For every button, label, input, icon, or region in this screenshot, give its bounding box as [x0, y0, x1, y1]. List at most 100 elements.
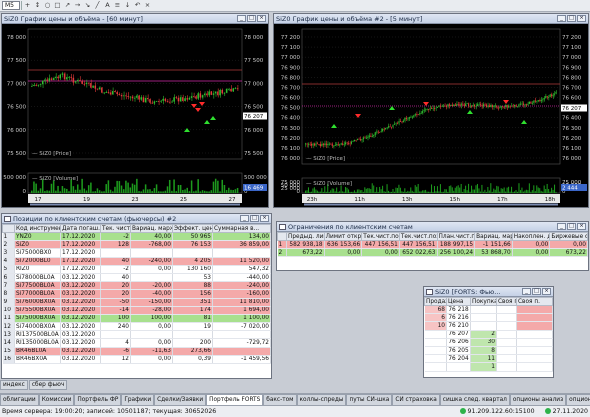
column-header[interactable]: Своя п. — [496, 297, 517, 306]
table-row[interactable]: 68 76 218 — [424, 305, 553, 315]
column-header[interactable]: Предыд. лими. — [286, 232, 325, 241]
toolbar-tool-5[interactable]: → — [73, 1, 82, 10]
toolbar-tool-1[interactable]: ↕ — [33, 1, 42, 10]
column-header[interactable]: Тек.чист.поз. — [361, 232, 400, 241]
table-row[interactable]: 76 206 30 — [424, 338, 553, 347]
workspace-tab[interactable]: Сделки/Заявки — [154, 394, 207, 405]
chart-window-5min-titlebar[interactable]: SiZ0 График цены и объёма #2 - [5 минут]… — [274, 14, 588, 24]
positions-titlebar[interactable]: Позиции по клиентским счетам (фьючерсы) … — [2, 214, 271, 224]
workspace-tab[interactable]: бакс-том — [263, 394, 297, 405]
candle — [52, 78, 55, 80]
toolbar-tool-12[interactable]: × — [143, 1, 152, 10]
minimize-button[interactable]: _ — [237, 15, 246, 22]
table-row[interactable]: 15 BR46BL0A 03.12.2020 -6 -11,63 273,66 — [2, 347, 271, 356]
column-header[interactable]: Код инструмента — [14, 224, 61, 233]
table-row[interactable]: 1 YNZ0 17.12.2020 -2 40,00 50 965 134,00 — [2, 232, 271, 242]
chart-window-60min-titlebar[interactable]: SiZ0 График цены и объёма - [60 минут] _… — [2, 14, 268, 24]
table-row[interactable]: 6 76 216 — [424, 313, 553, 323]
close-button[interactable]: × — [577, 15, 586, 22]
volume-bar — [358, 189, 360, 193]
column-header[interactable] — [277, 232, 287, 241]
table-row[interactable]: 3 Si75000BX0 17.12.2020 — [2, 248, 271, 258]
workspace-tab[interactable]: Портфель FORTS — [206, 394, 264, 405]
limits-titlebar[interactable]: Ограничения по клиентским счетам _ □ × — [277, 222, 588, 232]
column-header[interactable] — [2, 224, 15, 233]
workspace-tab[interactable]: СИ страховка — [392, 394, 440, 405]
table-row[interactable]: 12 Si74000BX0A 03.12.2020 240 0,00 19 -7 020,0… — [2, 322, 271, 332]
workspace-tab[interactable]: Графики — [121, 394, 155, 405]
close-button[interactable]: × — [577, 223, 586, 230]
toolbar-tool-8[interactable]: A — [103, 1, 112, 10]
table-row[interactable]: 4 Si72000BL0 17.12.2020 40 -240,00 4 205 11 52… — [2, 257, 271, 266]
column-header[interactable]: Биржевые сборы — [549, 232, 588, 241]
column-header[interactable]: Лимит откр. п. — [323, 232, 363, 241]
minimize-button[interactable]: _ — [557, 15, 566, 22]
table-row[interactable]: 16 BR46BX0A 03.12.2020 12 0,00 0,39 -1 459,56 — [2, 355, 271, 365]
workspace-tab[interactable]: коллы-спреды — [296, 394, 347, 405]
column-header[interactable]: Тек.чист.поз. — [398, 232, 438, 241]
workspace-tab[interactable]: опционы анализ — [509, 394, 567, 405]
table-row[interactable]: 76 207 2 — [424, 330, 553, 339]
minimize-button[interactable]: _ — [522, 288, 531, 295]
workspace-tab[interactable]: опционы РТС — [566, 394, 590, 405]
timeframe-select[interactable]: M5 — [2, 1, 20, 10]
table-row[interactable]: 7 Si77500BL0A 03.12.2020 20 -20,00 88 -240,00 — [2, 281, 271, 291]
maximize-button[interactable]: □ — [567, 223, 576, 230]
workspace-tab[interactable]: путы СИ-шка — [346, 394, 393, 405]
table-row[interactable]: 76 204 11 — [424, 354, 553, 364]
orderbook-titlebar[interactable]: SiZ0 [FORTS: Фью... _ □ × — [424, 287, 553, 297]
toolbar-tool-3[interactable]: □ — [53, 1, 62, 10]
minimize-button[interactable]: _ — [240, 215, 249, 222]
workspace-tab[interactable]: Портфель ФР — [74, 394, 122, 405]
column-header[interactable]: План.чист.поз. — [436, 232, 476, 241]
table-row[interactable]: 2 673,22 0,00 0,00 652 022,63 256 100,24 53 86… — [277, 248, 588, 258]
column-header[interactable]: Продаж. — [424, 297, 447, 306]
column-header[interactable]: Вариац. маржа — [474, 232, 513, 241]
toolbar-tool-2[interactable]: ○ — [43, 1, 52, 10]
toolbar-tool-6[interactable]: ↘ — [83, 1, 92, 10]
toolbar-tool-10[interactable]: ↓ — [123, 1, 132, 10]
table-row[interactable]: 10 Si75500BX0A 03.12.2020 -14 -28,00 174 1 694… — [2, 306, 271, 315]
close-button[interactable]: × — [257, 15, 266, 22]
toolbar-tool-7[interactable]: ╱ — [93, 1, 102, 10]
table-row[interactable]: 1 582 938,18 636 153,66 447 156,51 447 156,5… — [277, 240, 588, 250]
workspace-tab[interactable]: Комиссии — [38, 394, 75, 405]
column-header[interactable]: Суммарная в... — [212, 224, 271, 233]
table-row[interactable]: 8 Si77000BL0A 03.12.2020 20 -40,00 156 -160,00 — [2, 289, 271, 299]
price-volume-chart-5min[interactable]: 77 200 77 200 77 100 77 100 77 000 77 000 76 9… — [274, 24, 588, 207]
close-button[interactable]: × — [542, 288, 551, 295]
table-row[interactable]: 10 76 210 — [424, 321, 553, 331]
column-header[interactable]: Эффект. цена — [172, 224, 213, 233]
column-header[interactable]: Покупка — [470, 297, 497, 306]
table-row[interactable]: 1 — [424, 362, 553, 372]
column-header[interactable]: Дата погаш. — [60, 224, 101, 233]
minimize-button[interactable]: _ — [557, 223, 566, 230]
toolbar-tool-9[interactable]: ≡ — [113, 1, 122, 10]
table-row[interactable]: 2 SiZ0 17.12.2020 128 -768,00 76 153 36 859,00 — [2, 240, 271, 250]
column-header[interactable]: Накоплен. доход — [511, 232, 551, 241]
column-header[interactable]: Цена — [446, 297, 471, 306]
subtab[interactable]: индекс — [0, 380, 28, 390]
toolbar-tool-11[interactable]: ↶ — [133, 1, 142, 10]
column-header[interactable]: Своя п. — [516, 297, 553, 306]
maximize-button[interactable]: □ — [532, 288, 541, 295]
maximize-button[interactable]: □ — [567, 15, 576, 22]
maximize-button[interactable]: □ — [247, 15, 256, 22]
table-row[interactable]: 9 Si76000BX0A 03.12.2020 -50 -150,00 351 11 81… — [2, 298, 271, 307]
close-button[interactable]: × — [260, 215, 269, 222]
column-header[interactable]: Тек. чист. — [100, 224, 131, 233]
toolbar-tool-0[interactable]: + — [23, 1, 32, 10]
toolbar-tool-4[interactable]: ↗ — [63, 1, 72, 10]
workspace-tab[interactable]: облигации — [0, 394, 39, 405]
column-header[interactable]: Вариац. маржа — [130, 224, 173, 233]
table-row[interactable]: 6 Si78000BL0A 03.12.2020 40 53 -440,00 — [2, 273, 271, 283]
subtab[interactable]: сбер фьюч — [28, 380, 68, 390]
maximize-button[interactable]: □ — [250, 215, 259, 222]
table-row[interactable]: 11 Si75000BX0A 03.12.2020 100 100,00 81 1 100,… — [2, 314, 271, 324]
workspace-tab[interactable]: сишка след. квартал — [439, 394, 510, 405]
price-volume-chart-60min[interactable]: 78 000 78 000 77 500 77 500 77 000 77 000 76 5… — [2, 24, 268, 207]
table-row[interactable]: 76 205 8 — [424, 346, 553, 356]
table-row[interactable]: 13 RI137500BL0A 03.12.2020 — [2, 330, 271, 340]
table-row[interactable]: 5 RIZ0 17.12.2020 -2 0,00 130 160 547,32 — [2, 265, 271, 274]
table-row[interactable]: 14 RI135000BL0A 03.12.2020 4 0,00 200 -729,72 — [2, 338, 271, 348]
